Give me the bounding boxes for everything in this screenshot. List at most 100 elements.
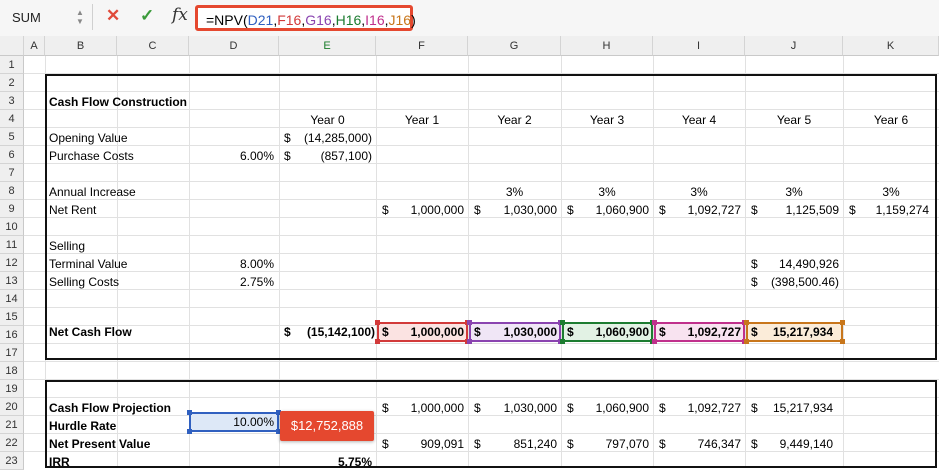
row-header-2[interactable]: 2 (0, 74, 24, 92)
selling-costs-amount[interactable]: (398,500.46) (745, 273, 839, 291)
npv-value[interactable]: 797,070 (561, 435, 649, 453)
npv-value[interactable]: 909,091 (376, 435, 464, 453)
net-cash-flow-value[interactable]: 15,217,934 (745, 323, 833, 341)
row-header-7[interactable]: 7 (0, 164, 24, 182)
net-cash-flow-label[interactable]: Net Cash Flow (49, 323, 132, 341)
row-header-15[interactable]: 15 (0, 308, 24, 326)
row-header-4[interactable]: 4 (0, 110, 24, 128)
sheet-title[interactable]: Cash Flow Construction (49, 93, 187, 111)
row-header-19[interactable]: 19 (0, 380, 24, 398)
row-header-8[interactable]: 8 (0, 182, 24, 200)
net-rent-value[interactable]: 1,030,000 (468, 201, 557, 219)
opening-value-label[interactable]: Opening Value (49, 129, 128, 147)
annual-increase-value[interactable]: 3% (843, 183, 939, 201)
net-cash-flow-value[interactable]: (15,142,100) (279, 323, 375, 341)
npv-value[interactable]: 851,240 (468, 435, 557, 453)
net-rent-value[interactable]: 1,000,000 (376, 201, 464, 219)
column-header-d[interactable]: D (189, 36, 279, 56)
row-header-18[interactable]: 18 (0, 362, 24, 380)
net-cash-flow-value[interactable]: 1,092,727 (653, 323, 741, 341)
net-cash-flow-value[interactable]: 1,000,000 (376, 323, 464, 341)
column-header-a[interactable]: A (24, 36, 45, 56)
projection-value[interactable]: 1,000,000 (376, 399, 464, 417)
row-header-11[interactable]: 11 (0, 236, 24, 254)
year-header-4[interactable]: Year 4 (653, 111, 745, 129)
select-all-corner[interactable] (0, 36, 24, 56)
projection-value[interactable]: 15,217,934 (745, 399, 833, 417)
annual-increase-label[interactable]: Annual Increase (49, 183, 136, 201)
net-cash-flow-value[interactable]: 1,030,000 (468, 323, 557, 341)
npv-value[interactable]: 9,449,140 (745, 435, 833, 453)
column-header-i[interactable]: I (653, 36, 745, 56)
column-header-g[interactable]: G (468, 36, 561, 56)
formula-suffix: ) (411, 12, 416, 28)
column-header-f[interactable]: F (376, 36, 468, 56)
net-rent-value[interactable]: 1,092,727 (653, 201, 741, 219)
column-header-j[interactable]: J (745, 36, 843, 56)
row-header-1[interactable]: 1 (0, 56, 24, 74)
row-header-20[interactable]: 20 (0, 398, 24, 416)
formula-input[interactable]: =NPV(D21,F16,G16,H16,I16,J16) (195, 5, 416, 31)
row-header-9[interactable]: 9 (0, 200, 24, 218)
annual-increase-value[interactable]: 3% (745, 183, 843, 201)
row-header-13[interactable]: 13 (0, 272, 24, 290)
year-header-3[interactable]: Year 3 (561, 111, 653, 129)
irr-label[interactable]: IRR (49, 453, 70, 471)
row-header-16[interactable]: 16 (0, 326, 24, 344)
year-header-0[interactable]: Year 0 (279, 111, 376, 129)
row-header-22[interactable]: 22 (0, 434, 24, 452)
npv-value[interactable]: 746,347 (653, 435, 741, 453)
projection-title[interactable]: Cash Flow Projection (49, 399, 171, 417)
terminal-value-rate[interactable]: 8.00% (189, 255, 274, 273)
row-header-14[interactable]: 14 (0, 290, 24, 308)
name-box-stepper-icon[interactable]: ▲ ▼ (76, 8, 84, 26)
annual-increase-value[interactable]: 3% (561, 183, 653, 201)
purchase-costs-rate[interactable]: 6.00% (189, 147, 274, 165)
formula-arg-i16: I16 (365, 12, 385, 28)
formula-text[interactable]: =NPV(D21,F16,G16,H16,I16,J16) (206, 12, 416, 28)
year-header-1[interactable]: Year 1 (376, 111, 468, 129)
projection-value[interactable]: 1,092,727 (653, 399, 741, 417)
net-rent-value[interactable]: 1,125,509 (745, 201, 839, 219)
purchase-costs-label[interactable]: Purchase Costs (49, 147, 134, 165)
net-rent-value[interactable]: 1,060,900 (561, 201, 649, 219)
row-header-10[interactable]: 10 (0, 218, 24, 236)
irr-value[interactable]: 5.75% (279, 453, 372, 471)
npv-label[interactable]: Net Present Value (49, 435, 150, 453)
row-header-23[interactable]: 23 (0, 452, 24, 470)
column-header-e[interactable]: E (279, 36, 376, 56)
column-header-k[interactable]: K (843, 36, 939, 56)
row-header-17[interactable]: 17 (0, 344, 24, 362)
cancel-icon[interactable]: ✕ (106, 6, 120, 26)
selling-costs-rate[interactable]: 2.75% (189, 273, 274, 291)
hurdle-rate-value[interactable]: 10.00% (189, 413, 274, 431)
row-header-3[interactable]: 3 (0, 92, 24, 110)
year-header-5[interactable]: Year 5 (745, 111, 843, 129)
terminal-value-amount[interactable]: 14,490,926 (745, 255, 839, 273)
selling-label[interactable]: Selling (49, 237, 85, 255)
purchase-costs-amount[interactable]: (857,100) (279, 147, 372, 165)
row-header-21[interactable]: 21 (0, 416, 24, 434)
annual-increase-value[interactable]: 3% (653, 183, 745, 201)
projection-value[interactable]: 1,030,000 (468, 399, 557, 417)
hurdle-rate-label[interactable]: Hurdle Rate (49, 417, 116, 435)
projection-value[interactable]: 1,060,900 (561, 399, 649, 417)
year-header-2[interactable]: Year 2 (468, 111, 561, 129)
row-header-6[interactable]: 6 (0, 146, 24, 164)
net-rent-value[interactable]: 1,159,274 (843, 201, 929, 219)
column-header-b[interactable]: B (45, 36, 117, 56)
net-rent-label[interactable]: Net Rent (49, 201, 96, 219)
opening-value-amount[interactable]: (14,285,000) (279, 129, 372, 147)
name-box[interactable]: SUM ▲ ▼ (0, 4, 93, 30)
row-header-12[interactable]: 12 (0, 254, 24, 272)
column-header-h[interactable]: H (561, 36, 653, 56)
net-cash-flow-value[interactable]: 1,060,900 (561, 323, 649, 341)
selling-costs-label[interactable]: Selling Costs (49, 273, 119, 291)
row-header-5[interactable]: 5 (0, 128, 24, 146)
year-header-6[interactable]: Year 6 (843, 111, 939, 129)
function-fx-icon[interactable]: fx (172, 5, 188, 25)
annual-increase-value[interactable]: 3% (468, 183, 561, 201)
terminal-value-label[interactable]: Terminal Value (49, 255, 127, 273)
column-header-c[interactable]: C (117, 36, 189, 56)
confirm-check-icon[interactable]: ✓ (140, 6, 154, 26)
